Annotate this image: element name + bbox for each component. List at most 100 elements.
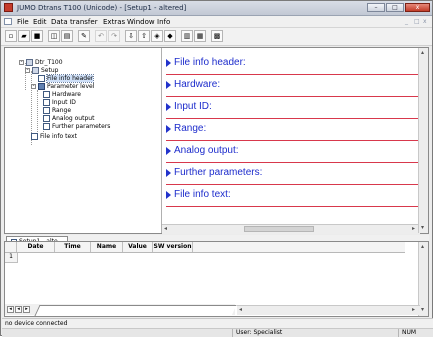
section-further-parameters[interactable]: Further parameters: — [166, 164, 418, 185]
connection-status-bar: no device connected — [2, 318, 433, 328]
close-button[interactable]: x — [405, 3, 430, 12]
tree-node-input-id[interactable]: Input ID — [43, 99, 76, 106]
vertical-scrollbar[interactable]: ▴ ▾ — [418, 48, 428, 233]
scroll-right-icon[interactable]: ▸ — [412, 306, 415, 313]
read-device-icon[interactable]: ⇩ — [125, 30, 137, 42]
new-icon[interactable]: ▫ — [5, 30, 17, 42]
data-grid: Date Time Name Value SW version 1 ▴ ▾ ◂ … — [4, 241, 429, 317]
page-icon — [31, 133, 38, 140]
arrow-right-icon — [166, 169, 171, 177]
tree-node-root[interactable]: - Dtr_T100 — [19, 59, 63, 66]
navigation-tree: - Dtr_T100 - Setup File info header - Param… — [5, 48, 162, 233]
tile-icon[interactable]: ▥ — [181, 30, 193, 42]
window-icon[interactable]: ▦ — [194, 30, 206, 42]
open-icon[interactable]: ▰ — [18, 30, 30, 42]
page-icon — [38, 75, 45, 82]
document-icon[interactable] — [4, 18, 12, 25]
title-bar[interactable]: JUMO Dtrans T100 (Unicode) - [Setup1 - a… — [1, 1, 432, 16]
parameter-overview: File info header: Hardware: Input ID: Ra… — [162, 48, 420, 224]
app-icon[interactable] — [4, 3, 13, 12]
section-hardware[interactable]: Hardware: — [166, 76, 418, 97]
tree-node-file-info-header[interactable]: File info header — [38, 74, 95, 83]
tree-node-further-parameters[interactable]: Further parameters — [43, 123, 110, 130]
section-input-id[interactable]: Input ID: — [166, 98, 418, 119]
column-header-value[interactable]: Value — [123, 242, 153, 252]
maximize-button[interactable]: □ — [386, 3, 404, 12]
device-icon — [26, 59, 33, 66]
tree-node-setup[interactable]: - Setup — [25, 67, 58, 74]
scroll-up-icon[interactable]: ▴ — [421, 49, 424, 56]
edit-icon[interactable]: ✎ — [78, 30, 90, 42]
menu-info[interactable]: Info — [157, 18, 170, 26]
arrow-right-icon — [166, 191, 171, 199]
collapse-toggle[interactable]: - — [19, 60, 24, 65]
arrow-right-icon — [166, 81, 171, 89]
grid-corner[interactable] — [5, 242, 17, 252]
section-range[interactable]: Range: — [166, 120, 418, 141]
page-icon — [43, 115, 50, 122]
menu-edit[interactable]: Edit — [33, 18, 47, 26]
section-file-info-text[interactable]: File info text: — [166, 186, 418, 207]
menu-extras[interactable]: Extras — [103, 18, 125, 26]
menu-file[interactable]: File — [17, 18, 29, 26]
tree-node-analog-output[interactable]: Analog output — [43, 115, 94, 122]
assistant-icon[interactable]: ◆ — [164, 30, 176, 42]
print-icon[interactable]: ▤ — [61, 30, 73, 42]
connect-icon[interactable]: ◈ — [151, 30, 163, 42]
page-icon — [43, 107, 50, 114]
tree-node-range[interactable]: Range — [43, 107, 71, 114]
scroll-left-icon[interactable]: ◂ — [239, 306, 242, 313]
column-header-time[interactable]: Time — [55, 242, 91, 252]
toolbar: ▫ ▰ ■ ◫ ▤ ✎ ↶ ↷ ⇩ ⇧ ◈ ◆ ▥ ▦ ▩ — [1, 28, 432, 46]
mdi-minimize-button[interactable]: _ — [405, 18, 408, 25]
horizontal-scrollbar[interactable]: ◂ ▸ — [162, 224, 420, 234]
section-file-info-header[interactable]: File info header: — [166, 54, 418, 75]
scroll-left-icon[interactable]: ◂ — [164, 225, 167, 232]
tree-node-hardware[interactable]: Hardware — [43, 91, 81, 98]
setup-document-window: - Dtr_T100 - Setup File info header - Param… — [4, 47, 429, 234]
scroll-down-icon[interactable]: ▾ — [421, 306, 424, 313]
arrow-right-icon — [166, 147, 171, 155]
menu-data-transfer[interactable]: Data transfer — [51, 18, 98, 26]
column-header-sw-version[interactable]: SW version — [153, 242, 193, 252]
next-sheet-icon[interactable]: ▸ — [23, 306, 30, 313]
write-device-icon[interactable]: ⇧ — [138, 30, 150, 42]
previous-sheet-icon[interactable]: ◂ — [15, 306, 22, 313]
mdi-close-button[interactable]: x — [423, 18, 427, 25]
page-icon — [43, 91, 50, 98]
redo-icon[interactable]: ↷ — [108, 30, 120, 42]
menu-bar: File Edit Data transfer Extras Window In… — [1, 16, 432, 28]
arrow-right-icon — [166, 125, 171, 133]
collapse-toggle[interactable]: - — [25, 68, 30, 73]
arrow-right-icon — [166, 59, 171, 67]
tree-node-parameter-level[interactable]: - Parameter level — [31, 83, 94, 90]
first-sheet-icon[interactable]: ◂ — [7, 306, 14, 313]
setup-icon — [32, 67, 39, 74]
print-preview-icon[interactable]: ◫ — [48, 30, 60, 42]
minimize-button[interactable]: – — [367, 3, 385, 12]
scroll-thumb[interactable] — [244, 226, 314, 232]
menu-window[interactable]: Window — [127, 18, 155, 26]
folder-icon — [38, 83, 45, 90]
save-icon[interactable]: ■ — [31, 30, 43, 42]
collapse-toggle[interactable]: - — [31, 84, 36, 89]
column-header-name[interactable]: Name — [91, 242, 123, 252]
scroll-up-icon[interactable]: ▴ — [421, 243, 424, 250]
tree-node-file-info-text[interactable]: File info text — [31, 133, 77, 140]
app-window: JUMO Dtrans T100 (Unicode) - [Setup1 - a… — [0, 0, 433, 337]
scroll-down-icon[interactable]: ▾ — [421, 224, 424, 231]
undo-icon[interactable]: ↶ — [95, 30, 107, 42]
mdi-restore-button[interactable]: □ — [414, 18, 420, 25]
arrow-right-icon — [166, 103, 171, 111]
grid-horizontal-scrollbar[interactable]: ◂ ▸ — [237, 305, 420, 315]
row-header[interactable]: 1 — [5, 253, 18, 263]
help-icon[interactable]: ▩ — [211, 30, 223, 42]
window-title: JUMO Dtrans T100 (Unicode) - [Setup1 - a… — [17, 4, 187, 12]
connection-status: no device connected — [5, 320, 68, 327]
sheet-tab[interactable] — [34, 305, 237, 316]
page-icon — [43, 99, 50, 106]
column-header-date[interactable]: Date — [17, 242, 55, 252]
scroll-right-icon[interactable]: ▸ — [412, 225, 415, 232]
section-analog-output[interactable]: Analog output: — [166, 142, 418, 163]
sheet-tab-bar: ◂ ◂ ▸ — [5, 304, 237, 316]
